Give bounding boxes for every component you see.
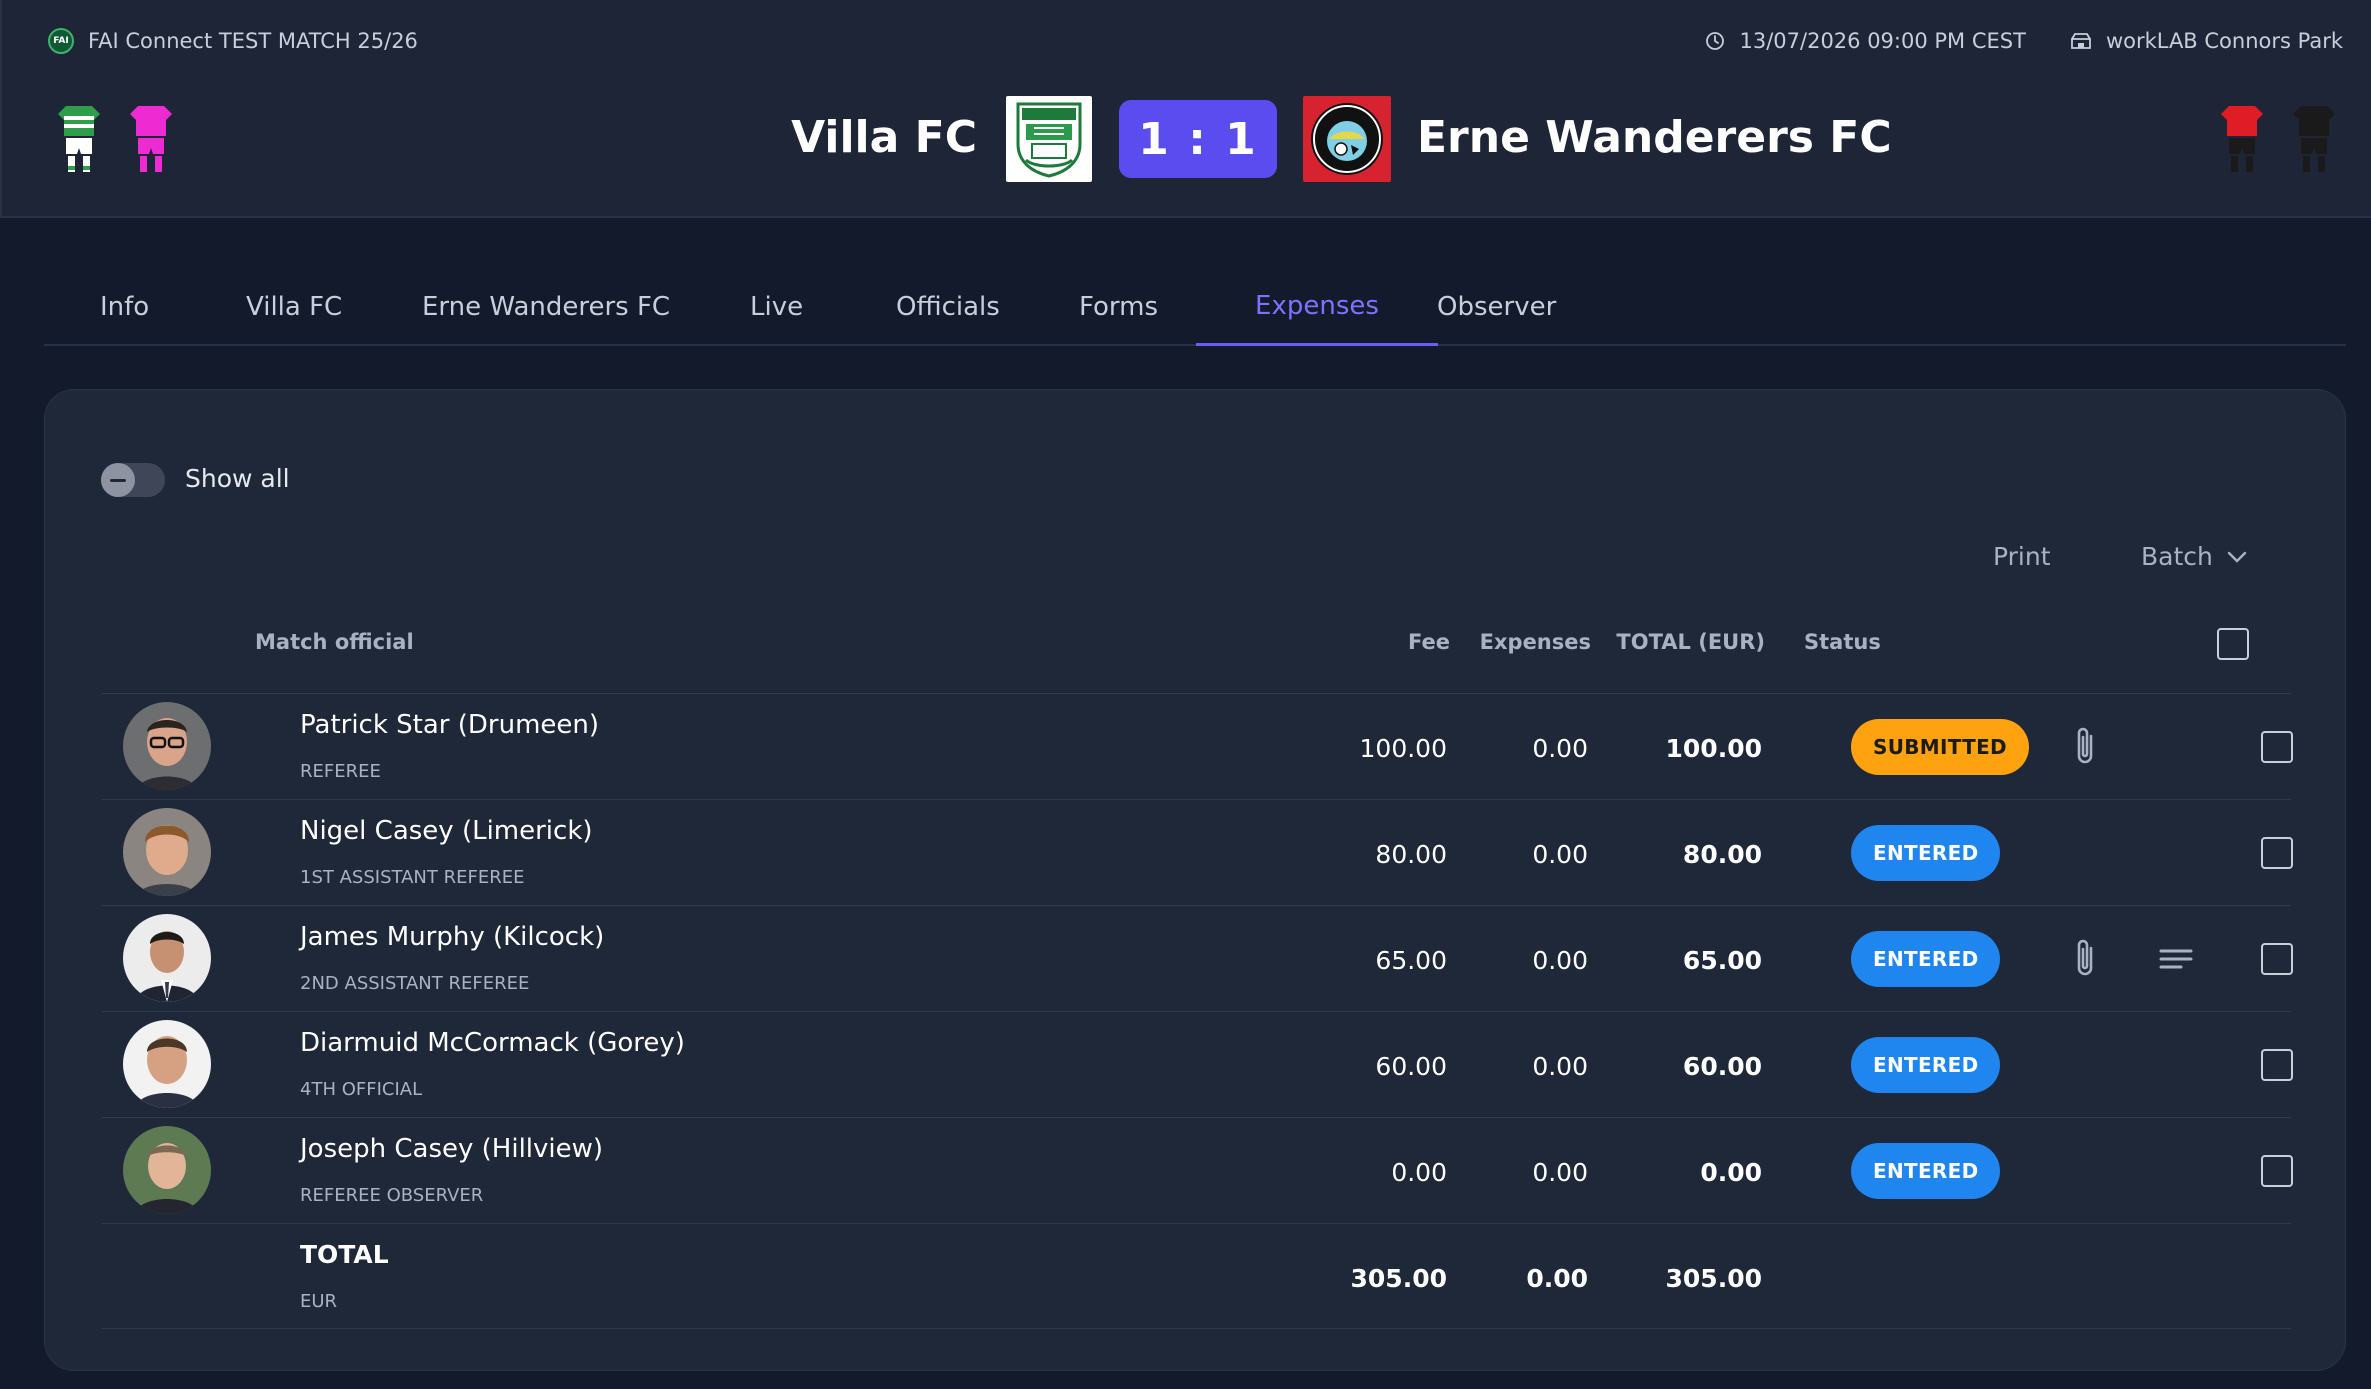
official-name: Joseph Casey (Hillview) (300, 1134, 604, 1164)
tab-expenses[interactable]: Expenses (1196, 268, 1438, 346)
competition-line: FAI FAI Connect TEST MATCH 25/26 (48, 26, 418, 56)
expenses-value: 0.00 (1532, 840, 1588, 869)
tab-live[interactable]: Live (750, 268, 803, 346)
match-header: FAI FAI Connect TEST MATCH 25/26 13/07/2… (0, 0, 2371, 218)
row-checkbox[interactable] (2261, 1049, 2293, 1081)
away-team-name: Erne Wanderers FC (1417, 112, 1892, 163)
print-button[interactable]: Print (1993, 542, 2051, 571)
official-name: James Murphy (Kilcock) (300, 922, 605, 952)
stadium-icon (2071, 33, 2091, 49)
match-meta: 13/07/2026 09:00 PM CEST workLAB Connors… (1705, 26, 2343, 56)
official-role: 2ND ASSISTANT REFEREE (300, 973, 530, 994)
scoreline: Villa FC 1 : 1 Erne Wanderers FC (2, 96, 2371, 186)
total-expenses-value: 0.00 (1526, 1264, 1588, 1293)
tab-forms[interactable]: Forms (1079, 268, 1158, 346)
totals-label: TOTAL (300, 1240, 389, 1269)
away-kit-icon (2221, 106, 2263, 172)
table-row: Diarmuid McCormack (Gorey) 4TH OFFICIAL … (102, 1011, 2293, 1117)
attachment-icon[interactable] (2071, 724, 2101, 768)
table-row: Joseph Casey (Hillview) REFEREE OBSERVER… (102, 1117, 2293, 1223)
status-badge: ENTERED (1851, 931, 2001, 987)
show-all-label: Show all (185, 464, 290, 493)
official-name: Patrick Star (Drumeen) (300, 710, 600, 740)
home-team-crest (1006, 96, 1092, 182)
table-row: Nigel Casey (Limerick) 1ST ASSISTANT REF… (102, 799, 2293, 905)
home-team-name: Villa FC (791, 112, 977, 163)
table-row: James Murphy (Kilcock) 2ND ASSISTANT REF… (102, 905, 2293, 1011)
expenses-value: 0.00 (1532, 946, 1588, 975)
fee-value: 80.00 (1375, 840, 1447, 869)
totals-row: TOTAL EUR 305.00 0.00 305.00 (102, 1223, 2291, 1329)
status-badge: ENTERED (1851, 1143, 2001, 1199)
status-badge: ENTERED (1851, 825, 2001, 881)
status-badge: ENTERED (1851, 1037, 2001, 1093)
avatar (123, 1020, 211, 1108)
tab-away-team[interactable]: Erne Wanderers FC (422, 268, 670, 346)
officials-table: Patrick Star (Drumeen) REFEREE 100.00 0.… (102, 693, 2293, 1329)
official-name: Diarmuid McCormack (Gorey) (300, 1028, 685, 1058)
row-checkbox[interactable] (2261, 837, 2293, 869)
chevron-down-icon (2227, 551, 2247, 563)
attachment-icon[interactable] (2071, 936, 2101, 980)
batch-dropdown[interactable]: Batch (2141, 542, 2247, 571)
header-status: Status (1804, 630, 1881, 654)
fee-value: 65.00 (1375, 946, 1447, 975)
match-tabs: Info Villa FC Erne Wanderers FC Live Off… (44, 268, 2346, 346)
avatar (123, 1126, 211, 1214)
tab-observer[interactable]: Observer (1437, 268, 1556, 346)
header-match-official: Match official (255, 630, 414, 654)
fee-value: 60.00 (1375, 1052, 1447, 1081)
header-expenses: Expenses (1479, 630, 1591, 654)
match-score: 1 : 1 (1119, 100, 1277, 178)
official-name: Nigel Casey (Limerick) (300, 816, 593, 846)
totals-currency: EUR (300, 1291, 338, 1312)
expenses-value: 0.00 (1532, 1158, 1588, 1187)
row-checkbox[interactable] (2261, 943, 2293, 975)
fai-logo-icon: FAI (48, 28, 74, 54)
row-checkbox[interactable] (2261, 1155, 2293, 1187)
tab-info[interactable]: Info (100, 268, 149, 346)
away-team-crest (1303, 96, 1391, 182)
official-role: REFEREE (300, 761, 381, 782)
tab-officials[interactable]: Officials (896, 268, 1000, 346)
select-all-checkbox[interactable] (2217, 628, 2249, 660)
notes-icon[interactable] (2159, 947, 2193, 971)
avatar (123, 808, 211, 896)
toggle-knob (101, 463, 135, 497)
header-fee: Fee (1408, 630, 1450, 654)
total-value: 65.00 (1682, 946, 1762, 975)
total-fee-value: 305.00 (1350, 1264, 1447, 1293)
batch-label: Batch (2141, 542, 2213, 571)
expenses-value: 0.00 (1532, 1052, 1588, 1081)
official-role: 4TH OFFICIAL (300, 1079, 423, 1100)
away-crest-icon (1311, 103, 1383, 175)
total-value: 80.00 (1682, 840, 1762, 869)
show-all-toggle[interactable] (101, 463, 165, 497)
away-goalkeeper-kit-icon (2293, 106, 2335, 172)
tab-home-team[interactable]: Villa FC (246, 268, 342, 346)
home-crest-icon (1016, 102, 1082, 178)
match-venue: workLAB Connors Park (2105, 29, 2343, 53)
competition-name: FAI Connect TEST MATCH 25/26 (88, 29, 418, 53)
total-value: 60.00 (1682, 1052, 1762, 1081)
grand-total-value: 305.00 (1665, 1264, 1762, 1293)
header-total: TOTAL (EUR) (1616, 630, 1765, 654)
total-value: 100.00 (1665, 734, 1762, 763)
total-value: 0.00 (1700, 1158, 1762, 1187)
avatar (123, 702, 211, 790)
clock-icon (1706, 32, 1725, 50)
row-checkbox[interactable] (2261, 731, 2293, 763)
fee-value: 100.00 (1359, 734, 1447, 763)
official-role: REFEREE OBSERVER (300, 1185, 484, 1206)
table-row: Patrick Star (Drumeen) REFEREE 100.00 0.… (102, 693, 2293, 799)
match-datetime: 13/07/2026 09:00 PM CEST (1739, 29, 2026, 53)
fee-value: 0.00 (1391, 1158, 1447, 1187)
status-badge: SUBMITTED (1851, 719, 2029, 775)
away-kits (2221, 104, 2335, 174)
avatar (123, 914, 211, 1002)
official-role: 1ST ASSISTANT REFEREE (300, 867, 525, 888)
expenses-value: 0.00 (1532, 734, 1588, 763)
expenses-card: Show all Print Batch Match official Fee … (44, 389, 2346, 1371)
